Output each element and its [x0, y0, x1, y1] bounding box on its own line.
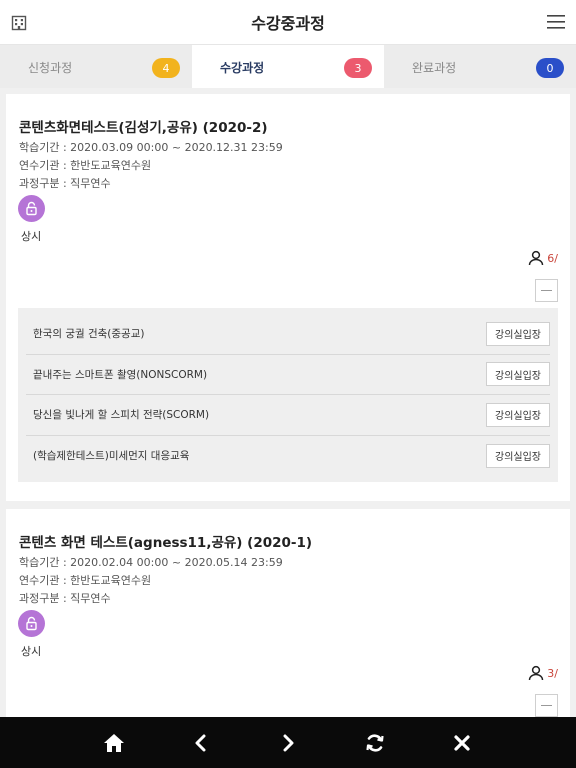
tab-in-progress[interactable]: 수강과정 3 — [192, 45, 384, 88]
enter-classroom-button[interactable]: 강의실입장 — [486, 402, 550, 427]
course-category: 과정구분 : 직무연수 — [19, 177, 111, 190]
count-badge: 4 — [152, 58, 180, 78]
forward-icon — [283, 734, 294, 751]
course-institute: 연수기관 : 한반도교육연수원 — [19, 574, 152, 587]
page-title: 수강중과정 — [251, 14, 325, 33]
lesson-name: 당신을 빛나게 할 스피치 전략(SCORM) — [33, 409, 210, 422]
tab-label: 신청과정 — [28, 61, 73, 75]
lesson-list: 한국의 궁궐 건축(중공교) 강의실입장 끝내주는 스마트폰 촬영(NONSCO… — [18, 308, 558, 482]
refresh-icon — [366, 733, 384, 752]
course-card: 콘텐츠화면테스트(김성기,공유) (2020-2) 학습기간 : 2020.03… — [6, 94, 570, 501]
course-title: 콘텐츠화면테스트(김성기,공유) (2020-2) — [19, 120, 268, 136]
unlock-badge — [18, 610, 45, 637]
forward-button[interactable] — [273, 728, 303, 758]
unlock-badge — [18, 195, 45, 222]
refresh-button[interactable] — [360, 728, 390, 758]
building-icon[interactable] — [11, 15, 27, 31]
tab-label: 수강과정 — [220, 61, 265, 75]
learner-count: 3/ — [528, 665, 558, 681]
hamburger-menu-icon[interactable] — [547, 14, 565, 30]
course-tabs: 신청과정 4 수강과정 3 완료과정 0 — [0, 45, 576, 88]
close-icon — [454, 734, 470, 751]
back-button[interactable] — [186, 728, 216, 758]
minus-icon — [541, 290, 552, 291]
home-icon — [103, 733, 124, 752]
collapse-button[interactable] — [535, 279, 558, 302]
enter-classroom-button[interactable]: 강의실입장 — [486, 321, 550, 346]
enter-classroom-button[interactable]: 강의실입장 — [486, 443, 550, 468]
course-title: 콘텐츠 화면 테스트(agness11,공유) (2020-1) — [19, 535, 313, 551]
tab-label: 완료과정 — [412, 61, 457, 75]
app-header: 수강중과정 — [0, 0, 576, 45]
learner-count-text: 3/ — [547, 666, 558, 680]
lesson-row: 한국의 궁궐 건축(중공교) 강의실입장 — [26, 314, 550, 355]
course-period: 학습기간 : 2020.03.09 00:00 ~ 2020.12.31 23:… — [19, 141, 283, 154]
enter-classroom-button[interactable]: 강의실입장 — [486, 362, 550, 387]
lesson-row: (학습제한테스트)미세먼지 대응교육 강의실입장 — [26, 436, 550, 477]
learner-count-text: 6/ — [547, 251, 558, 265]
lesson-row: 끝내주는 스마트폰 촬영(NONSCORM) 강의실입장 — [26, 355, 550, 395]
bottom-nav-bar — [0, 717, 576, 768]
person-icon — [529, 665, 544, 681]
person-icon — [529, 250, 544, 266]
minus-icon — [541, 705, 552, 706]
badge-label: 상시 — [21, 230, 42, 243]
course-card: 콘텐츠 화면 테스트(agness11,공유) (2020-1) 학습기간 : … — [6, 509, 570, 718]
unlock-icon — [26, 616, 37, 631]
course-category: 과정구분 : 직무연수 — [19, 592, 111, 605]
tab-applied[interactable]: 신청과정 4 — [0, 45, 192, 88]
close-button[interactable] — [447, 728, 477, 758]
count-badge: 3 — [344, 58, 372, 78]
home-button[interactable] — [99, 728, 129, 758]
lesson-name: 한국의 궁궐 건축(중공교) — [33, 328, 145, 341]
lesson-row: 당신을 빛나게 할 스피치 전략(SCORM) 강의실입장 — [26, 395, 550, 436]
collapse-button[interactable] — [535, 694, 558, 717]
back-icon — [195, 734, 206, 751]
lesson-name: (학습제한테스트)미세먼지 대응교육 — [33, 450, 190, 463]
unlock-icon — [26, 201, 37, 216]
count-badge: 0 — [536, 58, 564, 78]
course-institute: 연수기관 : 한반도교육연수원 — [19, 159, 152, 172]
badge-label: 상시 — [21, 645, 42, 658]
learner-count: 6/ — [528, 250, 558, 266]
course-list[interactable]: 콘텐츠화면테스트(김성기,공유) (2020-2) 학습기간 : 2020.03… — [0, 88, 576, 718]
course-period: 학습기간 : 2020.02.04 00:00 ~ 2020.05.14 23:… — [19, 556, 283, 569]
lesson-name: 끝내주는 스마트폰 촬영(NONSCORM) — [33, 368, 208, 381]
tab-completed[interactable]: 완료과정 0 — [384, 45, 576, 88]
